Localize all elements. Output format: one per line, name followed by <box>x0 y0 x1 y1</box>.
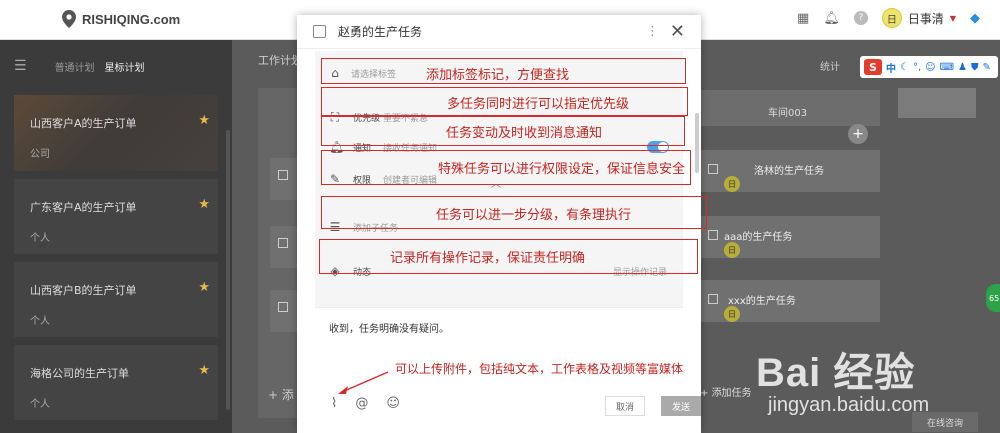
plan-owner: 个人 <box>30 316 50 327</box>
apps-grid-icon[interactable]: ▦ <box>797 11 809 26</box>
plan-card[interactable]: 山西客户B的生产订单 个人 ★ <box>14 262 218 337</box>
help-icon[interactable]: ? <box>853 11 868 25</box>
mention-icon[interactable]: @ <box>355 396 368 411</box>
add-task-plus-button[interactable]: + <box>848 124 868 144</box>
annotation-text: 可以上传附件，包括纯文本，工作表格及视频等富媒体 <box>395 362 684 376</box>
close-icon[interactable]: ✕ <box>670 21 685 42</box>
keyboard-icon[interactable]: ⌨ <box>940 62 954 73</box>
wrench-icon[interactable]: ✎ <box>983 62 991 73</box>
task-card[interactable]: 洛林的生产任务 日 <box>700 150 880 192</box>
diamond-icon[interactable]: ◆ <box>970 11 980 26</box>
annotation-text: 任务变动及时收到消息通知 <box>446 126 603 141</box>
task-card-left[interactable] <box>270 290 300 332</box>
annotation-text: 记录所有操作记录，保证责任明确 <box>390 251 586 266</box>
task-checkbox[interactable] <box>278 238 288 248</box>
task-avatar: 日 <box>724 176 740 192</box>
task-checkbox[interactable] <box>278 170 288 180</box>
plan-title: 山西客户B的生产订单 <box>30 284 137 297</box>
star-icon[interactable]: ★ <box>198 363 210 378</box>
map-pin-icon <box>62 10 76 28</box>
add-task-label: 添加任务 <box>711 388 752 399</box>
online-chat-button[interactable]: 在线咨询 <box>912 412 978 432</box>
annotation-text: 特殊任务可以进行权限设定，保证信息安全 <box>438 162 686 177</box>
punctuation-icon[interactable]: °, <box>913 62 921 73</box>
bell-icon[interactable]: 🔔︎ <box>823 11 840 26</box>
plan-title: 广东客户A的生产订单 <box>30 201 137 214</box>
stats-link[interactable]: 统计 <box>820 58 840 73</box>
plan-owner: 公司 <box>30 149 50 160</box>
cancel-button[interactable]: 取消 <box>605 396 645 416</box>
sogou-ime-toolbar[interactable]: S 中 ☾ °, ☺ ⌨ ♟ ⛊ ✎ <box>860 56 998 78</box>
right-column <box>898 88 976 118</box>
task-title: xxx的生产任务 <box>728 296 796 307</box>
menu-icon[interactable]: ☰ <box>14 58 27 74</box>
task-avatar: 日 <box>724 306 740 322</box>
annotation-text: 多任务同时进行可以指定优先级 <box>447 97 630 112</box>
plan-title: 山西客户A的生产订单 <box>30 117 137 130</box>
shirt-icon[interactable]: ⛊ <box>971 62 979 73</box>
task-title: aaa的生产任务 <box>724 232 793 243</box>
modal-scrollbar[interactable] <box>695 113 699 173</box>
annotation-text: 任务可以进一步分级，有条理执行 <box>436 208 632 223</box>
annotation-text: 添加标签标记，方便查找 <box>426 68 570 83</box>
star-icon[interactable]: ★ <box>198 113 210 128</box>
task-checkbox[interactable] <box>278 302 288 312</box>
emoji-icon[interactable]: ☺ <box>386 396 400 411</box>
user-avatar: 日 <box>881 8 902 28</box>
user-menu[interactable]: 日 日事清 ▼ <box>881 8 956 28</box>
plan-card[interactable]: 广东客户A的生产订单 个人 ★ <box>14 179 218 254</box>
task-avatar: 日 <box>724 242 740 258</box>
task-card[interactable]: xxx的生产任务 日 <box>700 280 880 322</box>
emoji-icon[interactable]: ☺ <box>925 62 935 73</box>
task-checkbox[interactable] <box>708 230 718 240</box>
add-task-row-left[interactable]: + 添 <box>268 386 294 403</box>
star-icon[interactable]: ★ <box>198 197 210 212</box>
task-title: 洛林的生产任务 <box>754 166 824 177</box>
task-checkbox[interactable] <box>708 294 718 304</box>
more-options-icon[interactable]: ⋮ <box>646 24 659 39</box>
ime-language: 中 <box>886 63 896 75</box>
chevron-down-icon: ▼ <box>949 13 956 23</box>
left-scrollbar[interactable] <box>226 130 230 410</box>
baidu-watermark: Bai 经验 jingyan.baidu.com <box>756 340 929 417</box>
logo[interactable]: RISHIQING.com <box>62 10 180 28</box>
moon-icon[interactable]: ☾ <box>900 62 909 73</box>
arrow-icon <box>338 371 389 394</box>
plan-card[interactable]: 山西客户A的生产订单 公司 ★ <box>14 95 218 171</box>
plan-title: 海格公司的生产订单 <box>30 367 129 380</box>
star-icon[interactable]: ★ <box>198 280 210 295</box>
task-card-left[interactable] <box>270 226 300 268</box>
left-panel: ☰ 普通计划 星标计划 山西客户A的生产订单 公司 ★ 广东客户A的生产订单 个… <box>0 40 232 433</box>
task-complete-checkbox[interactable] <box>313 25 326 38</box>
watermark-brand: Bai 经验 <box>756 351 916 395</box>
green-badge[interactable]: 65 <box>986 284 1000 312</box>
task-checkbox[interactable] <box>708 164 718 174</box>
user-icon[interactable]: ♟ <box>958 62 967 73</box>
comment-text[interactable]: 收到，任务明确没有疑问。 <box>329 320 449 335</box>
task-card[interactable]: aaa的生产任务 日 <box>700 216 880 258</box>
logo-text: RISHIQING.com <box>82 11 181 27</box>
modal-title: 赵勇的生产任务 <box>338 25 423 39</box>
send-button[interactable]: 发送 <box>661 396 701 416</box>
board-title: 工作计划 <box>258 54 302 67</box>
task-card-left[interactable] <box>270 158 300 200</box>
sogou-logo-icon: S <box>864 59 882 75</box>
tab-normal-plans[interactable]: 普通计划 <box>55 59 95 74</box>
watermark-url: jingyan.baidu.com <box>768 394 930 416</box>
plan-card[interactable]: 海格公司的生产订单 个人 ★ <box>14 345 218 420</box>
column-title: 车间003 <box>768 108 808 119</box>
add-task-button[interactable]: + 添加任务 <box>700 384 752 399</box>
username: 日事清 <box>907 11 944 26</box>
plan-owner: 个人 <box>30 233 50 244</box>
tab-starred-plans[interactable]: 星标计划 <box>105 59 145 74</box>
plan-owner: 个人 <box>30 399 50 410</box>
attachment-icon[interactable]: ⌇ <box>331 396 337 411</box>
